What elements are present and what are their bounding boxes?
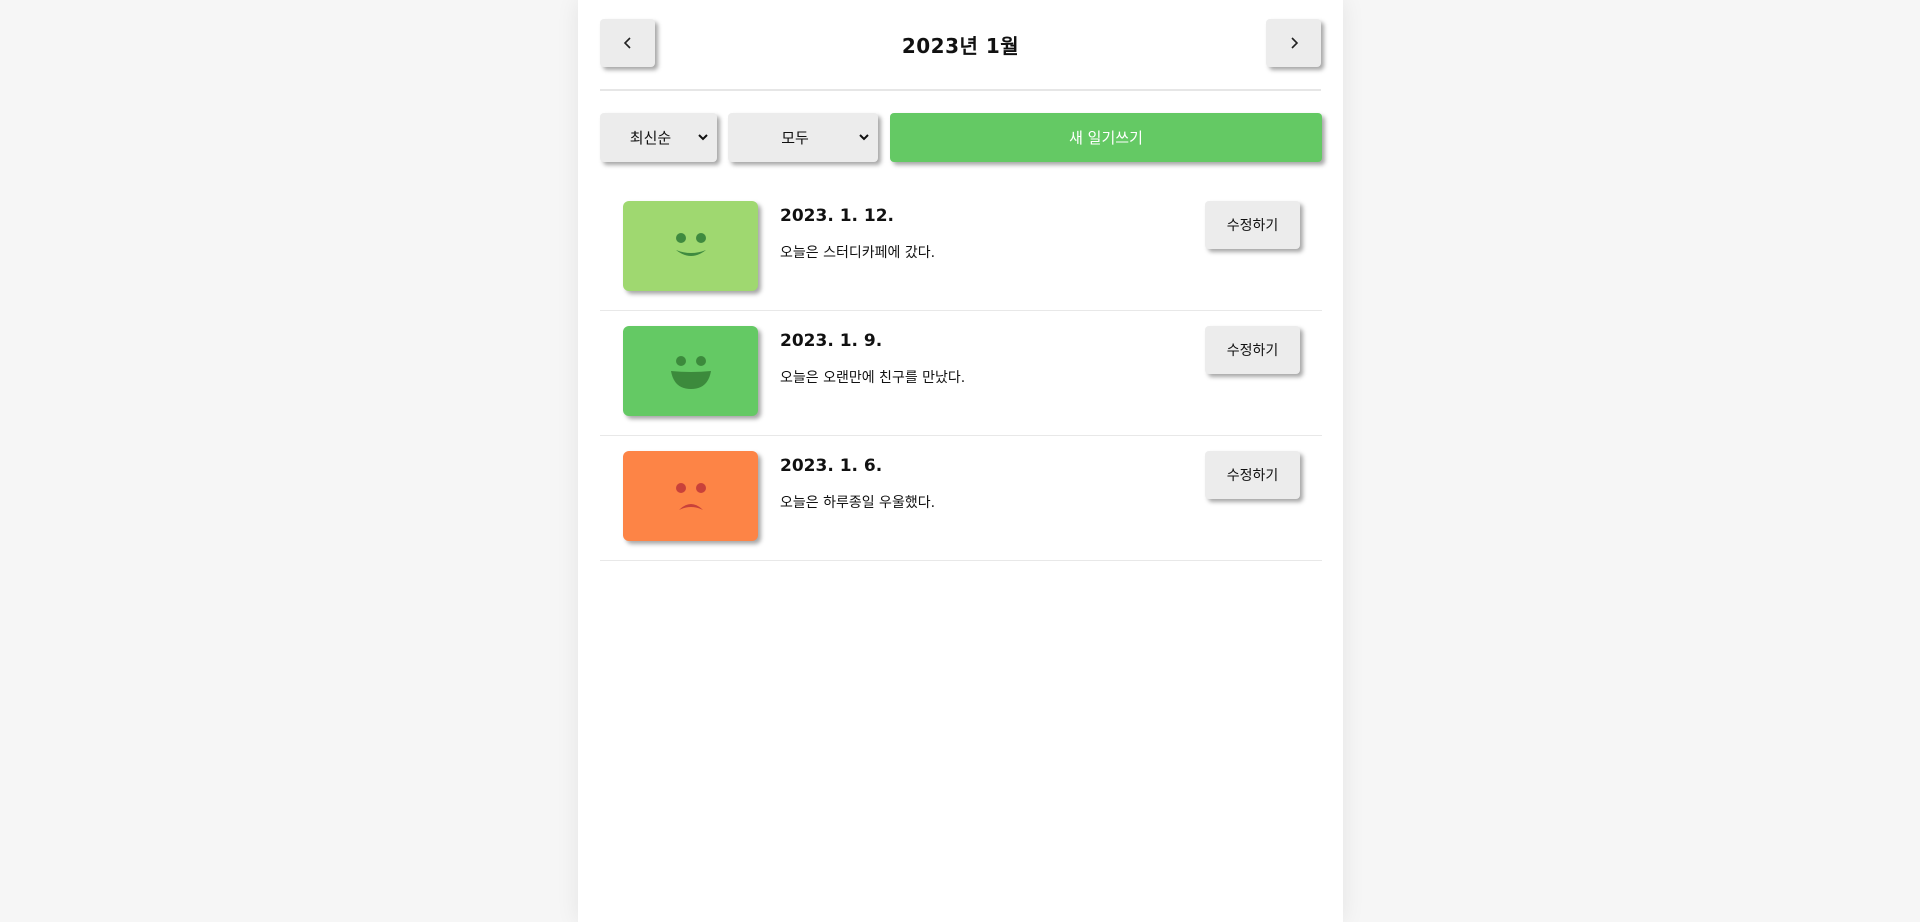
diary-content: 오늘은 스터디카페에 갔다.	[780, 245, 936, 261]
sort-select[interactable]: 최신순	[600, 113, 717, 162]
diary-info[interactable]: 2023. 1. 12. 오늘은 스터디카페에 갔다.	[780, 206, 935, 262]
menu-controls: 최신순 모두 새 일기쓰기	[600, 113, 1322, 162]
edit-button[interactable]: 수정하기	[1205, 451, 1300, 499]
diary-content: 오늘은 오랜만에 친구를 만났다.	[780, 370, 966, 386]
laughing-face-icon	[670, 356, 711, 389]
diary-app: 2023년 1월 최신순 모두 새 일기쓰기 2023. 1. 12. 오늘은 …	[578, 0, 1343, 922]
chevron-down-icon	[698, 134, 708, 141]
diary-item: 2023. 1. 12. 오늘은 스터디카페에 갔다. 수정하기	[600, 186, 1322, 311]
smile-face-icon	[675, 233, 706, 256]
diary-content: 오늘은 하루종일 우울했다.	[780, 495, 936, 511]
chevron-right-icon	[1290, 37, 1298, 49]
edit-button[interactable]: 수정하기	[1205, 326, 1300, 374]
diary-info[interactable]: 2023. 1. 6. 오늘은 하루종일 우울했다.	[780, 456, 935, 512]
header: 2023년 1월	[600, 0, 1321, 91]
sad-face-icon	[675, 483, 706, 510]
new-diary-button[interactable]: 새 일기쓰기	[890, 113, 1322, 162]
next-month-button[interactable]	[1266, 19, 1321, 67]
filter-select[interactable]: 모두	[728, 113, 878, 162]
emotion-thumbnail[interactable]	[623, 326, 758, 416]
diary-info[interactable]: 2023. 1. 9. 오늘은 오랜만에 친구를 만났다.	[780, 331, 965, 387]
diary-date: 2023. 1. 12.	[780, 206, 895, 226]
edit-button[interactable]: 수정하기	[1205, 201, 1300, 249]
diary-item: 2023. 1. 6. 오늘은 하루종일 우울했다. 수정하기	[600, 436, 1322, 561]
filter-select-value: 모두	[781, 129, 809, 147]
chevron-down-icon	[859, 134, 869, 141]
diary-date: 2023. 1. 9.	[780, 331, 883, 351]
emotion-thumbnail[interactable]	[623, 451, 758, 541]
diary-list: 2023. 1. 12. 오늘은 스터디카페에 갔다. 수정하기 2023. 1…	[600, 186, 1322, 561]
diary-item: 2023. 1. 9. 오늘은 오랜만에 친구를 만났다. 수정하기	[600, 311, 1322, 436]
month-title: 2023년 1월	[901, 34, 1020, 58]
diary-date: 2023. 1. 6.	[780, 456, 883, 476]
emotion-thumbnail[interactable]	[623, 201, 758, 291]
